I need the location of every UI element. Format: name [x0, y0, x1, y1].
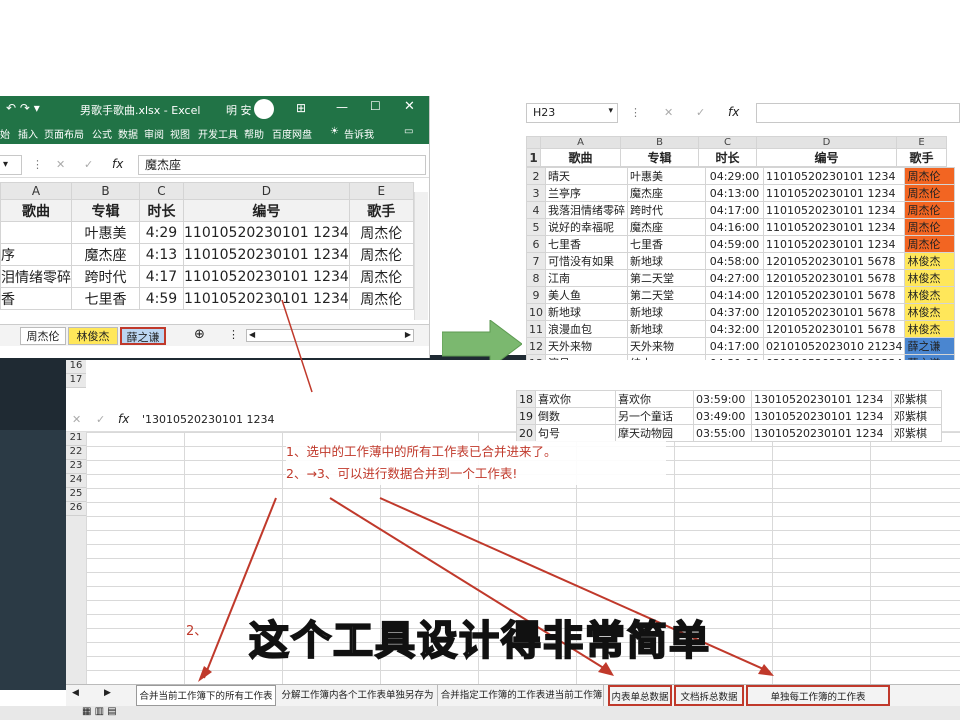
annotation-callout: 1、选中的工作薄中的所有工作表已合并进来了。 2、→3、可以进行数据合并到一个工…	[286, 441, 666, 485]
video-caption: 这个工具设计得非常简单	[248, 617, 711, 665]
status-bar: ▦ ▥ ▤	[0, 706, 960, 720]
tab-merge-current[interactable]: 合并当前工作簿下的所有工作表	[136, 685, 276, 706]
tab-split-sheets[interactable]: 分解工作簿内各个工作表单独另存为	[278, 685, 438, 706]
prev-sheet-icon[interactable]: ◀	[72, 688, 79, 698]
tab-doc-summary[interactable]: 文档拆总数据	[674, 685, 744, 706]
tab-inner-summary[interactable]: 内表单总数据	[608, 685, 672, 706]
tool-tab-bar: ◀ ▶ 合并当前工作簿下的所有工作表 分解工作簿内各个工作表单独另存为 合并指定…	[66, 684, 960, 706]
callout-line-1: 1、选中的工作薄中的所有工作表已合并进来了。	[286, 444, 557, 459]
tab-merge-specified[interactable]: 合并指定工作簿的工作表进当前工作簿	[440, 685, 604, 706]
tab-single-workbook[interactable]: 单独每工作簿的工作表	[746, 685, 890, 706]
page-view-icon[interactable]: ▦ ▥ ▤	[82, 706, 117, 717]
step-label: 2、	[186, 624, 208, 639]
callout-line-2: 2、→3、可以进行数据合并到一个工作表!	[286, 466, 518, 481]
next-sheet-icon[interactable]: ▶	[104, 688, 111, 698]
